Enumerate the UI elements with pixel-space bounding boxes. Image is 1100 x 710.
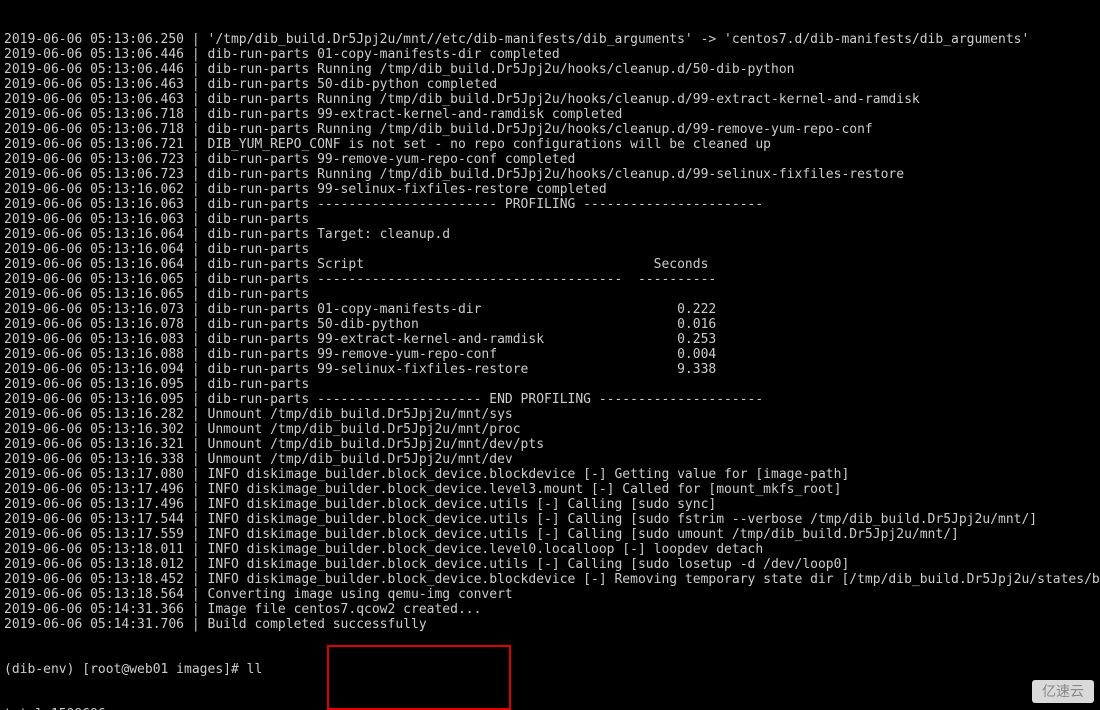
- log-line: 2019-06-06 05:13:06.721 | DIB_YUM_REPO_C…: [4, 137, 1096, 152]
- log-line: 2019-06-06 05:13:16.062 | dib-run-parts …: [4, 182, 1096, 197]
- log-line: 2019-06-06 05:13:06.250 | '/tmp/dib_buil…: [4, 32, 1096, 47]
- shell-prompt: (dib-env) [root@web01 images]#: [4, 662, 247, 677]
- log-line: 2019-06-06 05:13:16.095 | dib-run-parts: [4, 377, 1096, 392]
- log-line: 2019-06-06 05:13:06.446 | dib-run-parts …: [4, 47, 1096, 62]
- log-line: 2019-06-06 05:13:16.302 | Unmount /tmp/d…: [4, 422, 1096, 437]
- log-line: 2019-06-06 05:13:17.544 | INFO diskimage…: [4, 512, 1096, 527]
- prompt-line: (dib-env) [root@web01 images]# ll: [4, 662, 1096, 677]
- log-line: 2019-06-06 05:13:16.088 | dib-run-parts …: [4, 347, 1096, 362]
- terminal[interactable]: 2019-06-06 05:13:06.250 | '/tmp/dib_buil…: [0, 0, 1100, 710]
- log-line: 2019-06-06 05:13:18.012 | INFO diskimage…: [4, 557, 1096, 572]
- log-line: 2019-06-06 05:13:16.063 | dib-run-parts: [4, 212, 1096, 227]
- log-line: 2019-06-06 05:13:17.496 | INFO diskimage…: [4, 482, 1096, 497]
- log-line: 2019-06-06 05:13:16.064 | dib-run-parts …: [4, 227, 1096, 242]
- log-line: 2019-06-06 05:13:16.064 | dib-run-parts: [4, 242, 1096, 257]
- log-line: 2019-06-06 05:13:06.718 | dib-run-parts …: [4, 122, 1096, 137]
- command: ll: [247, 662, 263, 677]
- log-line: 2019-06-06 05:13:16.063 | dib-run-parts …: [4, 197, 1096, 212]
- log-line: 2019-06-06 05:13:16.073 | dib-run-parts …: [4, 302, 1096, 317]
- log-line: 2019-06-06 05:13:16.321 | Unmount /tmp/d…: [4, 437, 1096, 452]
- log-line: 2019-06-06 05:13:16.083 | dib-run-parts …: [4, 332, 1096, 347]
- log-line: 2019-06-06 05:13:18.011 | INFO diskimage…: [4, 542, 1096, 557]
- log-line: 2019-06-06 05:13:17.496 | INFO diskimage…: [4, 497, 1096, 512]
- log-line: 2019-06-06 05:14:31.366 | Image file cen…: [4, 602, 1096, 617]
- log-line: 2019-06-06 05:13:16.094 | dib-run-parts …: [4, 362, 1096, 377]
- log-line: 2019-06-06 05:13:16.064 | dib-run-parts …: [4, 257, 1096, 272]
- log-line: 2019-06-06 05:13:06.723 | dib-run-parts …: [4, 167, 1096, 182]
- log-line: 2019-06-06 05:13:17.559 | INFO diskimage…: [4, 527, 1096, 542]
- log-output: 2019-06-06 05:13:06.250 | '/tmp/dib_buil…: [4, 32, 1096, 632]
- log-line: 2019-06-06 05:13:06.463 | dib-run-parts …: [4, 92, 1096, 107]
- log-line: 2019-06-06 05:13:16.078 | dib-run-parts …: [4, 317, 1096, 332]
- log-line: 2019-06-06 05:13:16.282 | Unmount /tmp/d…: [4, 407, 1096, 422]
- log-line: 2019-06-06 05:13:16.095 | dib-run-parts …: [4, 392, 1096, 407]
- log-line: 2019-06-06 05:13:06.718 | dib-run-parts …: [4, 107, 1096, 122]
- log-line: 2019-06-06 05:13:06.723 | dib-run-parts …: [4, 152, 1096, 167]
- log-line: 2019-06-06 05:13:18.452 | INFO diskimage…: [4, 572, 1096, 587]
- log-line: 2019-06-06 05:13:06.446 | dib-run-parts …: [4, 62, 1096, 77]
- log-line: 2019-06-06 05:13:06.463 | dib-run-parts …: [4, 77, 1096, 92]
- watermark-badge: 亿速云: [1032, 680, 1094, 703]
- log-line: 2019-06-06 05:13:16.065 | dib-run-parts: [4, 287, 1096, 302]
- log-line: 2019-06-06 05:13:16.065 | dib-run-parts …: [4, 272, 1096, 287]
- log-line: 2019-06-06 05:13:17.080 | INFO diskimage…: [4, 467, 1096, 482]
- log-line: 2019-06-06 05:14:31.706 | Build complete…: [4, 617, 1096, 632]
- log-line: 2019-06-06 05:13:18.564 | Converting ima…: [4, 587, 1096, 602]
- log-line: 2019-06-06 05:13:16.338 | Unmount /tmp/d…: [4, 452, 1096, 467]
